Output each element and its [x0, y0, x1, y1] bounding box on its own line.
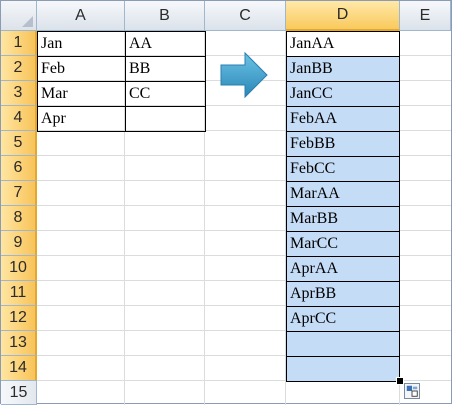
cell-d5[interactable]: FebBB	[286, 131, 400, 157]
cell-b1[interactable]: AA	[125, 31, 206, 57]
column-header-a[interactable]: A	[37, 1, 125, 31]
cell-d13[interactable]	[286, 331, 400, 357]
cell-b2[interactable]: BB	[125, 56, 206, 82]
row-header-15[interactable]: 15	[1, 381, 37, 405]
row-header-12[interactable]: 12	[1, 306, 37, 331]
row-header-9[interactable]: 9	[1, 231, 37, 256]
cell-d3[interactable]: JanCC	[286, 81, 400, 107]
fill-handle[interactable]	[396, 377, 404, 385]
column-header-e[interactable]: E	[400, 1, 451, 31]
cell-d12[interactable]: AprCC	[286, 306, 400, 332]
cell-d7[interactable]: MarAA	[286, 181, 400, 207]
cell-a3[interactable]: Mar	[37, 81, 126, 107]
cell-b4[interactable]	[125, 106, 206, 132]
cell-d2[interactable]: JanBB	[286, 56, 400, 82]
paste-options-icon[interactable]	[404, 383, 420, 399]
row-header-6[interactable]: 6	[1, 156, 37, 181]
cell-d4[interactable]: FebAA	[286, 106, 400, 132]
row-header-1[interactable]: 1	[1, 31, 37, 56]
cell-b3[interactable]: CC	[125, 81, 206, 107]
select-all-triangle-icon	[22, 16, 33, 27]
row-header-5[interactable]: 5	[1, 131, 37, 156]
cell-d14[interactable]	[286, 356, 400, 382]
row-header-7[interactable]: 7	[1, 181, 37, 206]
select-all-button[interactable]	[1, 1, 37, 31]
cell-d9[interactable]: MarCC	[286, 231, 400, 257]
cell-d8[interactable]: MarBB	[286, 206, 400, 232]
cell-a1[interactable]: Jan	[37, 31, 126, 57]
column-header-d[interactable]: D	[286, 1, 400, 31]
cell-d6[interactable]: FebCC	[286, 156, 400, 182]
arrow-right-icon	[220, 51, 268, 99]
cell-a4[interactable]: Apr	[37, 106, 126, 132]
column-header-c[interactable]: C	[205, 1, 286, 31]
row-header-11[interactable]: 11	[1, 281, 37, 306]
row-header-2[interactable]: 2	[1, 56, 37, 81]
row-header-3[interactable]: 3	[1, 81, 37, 106]
row-header-13[interactable]: 13	[1, 331, 37, 356]
row-header-14[interactable]: 14	[1, 356, 37, 381]
cell-a2[interactable]: Feb	[37, 56, 126, 82]
cell-d1[interactable]: JanAA	[286, 31, 400, 57]
column-header-b[interactable]: B	[125, 1, 205, 31]
row-header-10[interactable]: 10	[1, 256, 37, 281]
cell-d10[interactable]: AprAA	[286, 256, 400, 282]
spreadsheet: A B C D E 1 2 3 4 5 6 7 8 9 10 11 12 13 …	[0, 0, 452, 405]
cell-d11[interactable]: AprBB	[286, 281, 400, 307]
row-header-4[interactable]: 4	[1, 106, 37, 131]
row-header-8[interactable]: 8	[1, 206, 37, 231]
